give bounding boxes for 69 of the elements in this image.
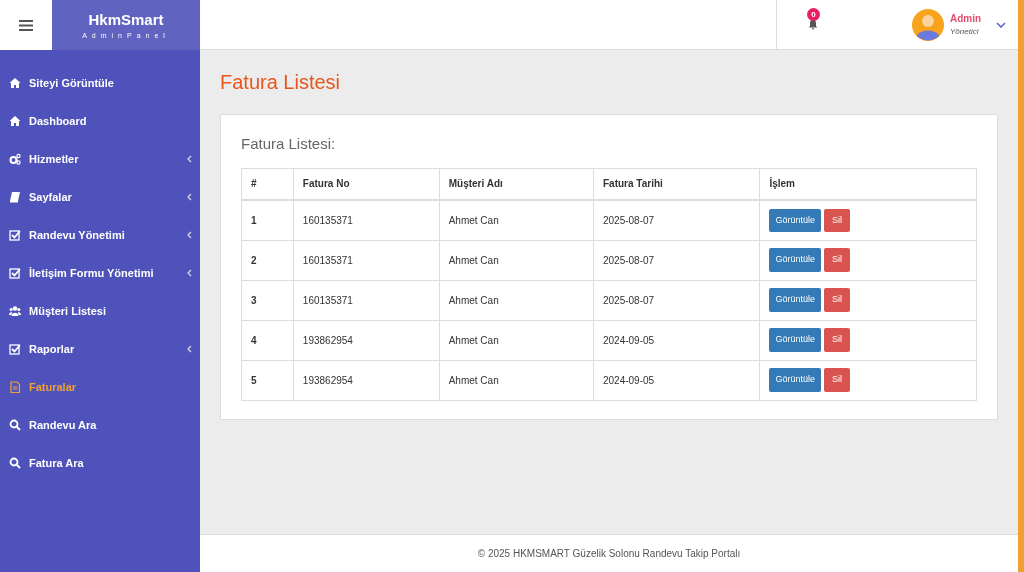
user-name: Admin <box>950 12 983 26</box>
sidebar-item[interactable]: Faturalar <box>0 368 200 406</box>
column-header: İşlem <box>759 168 977 200</box>
sidebar-item[interactable]: Dashboard <box>0 102 200 140</box>
table-cell: 160135371 <box>293 200 440 240</box>
table-cell: 2024-09-05 <box>593 360 760 400</box>
delete-button[interactable]: Sil <box>823 248 850 272</box>
sidebar-item[interactable]: Sayfalar <box>0 178 200 216</box>
table-cell: 2024-09-05 <box>593 320 760 360</box>
table-cell: 2025-08-07 <box>593 240 760 280</box>
sidebar-item[interactable]: Siteyi Görüntüle <box>0 64 200 102</box>
brand-title: HkmSmart <box>88 9 164 30</box>
document-icon <box>9 381 21 393</box>
checkbox-icon <box>9 267 21 279</box>
table-cell: 2025-08-07 <box>593 280 760 320</box>
column-header: Müşteri Adı <box>439 168 594 200</box>
menu-icon[interactable] <box>19 19 33 31</box>
table-cell: Ahmet Can <box>439 320 594 360</box>
table-cell: 1 <box>241 200 294 240</box>
view-button[interactable]: Görüntüle <box>769 368 821 392</box>
user-role: Yönetici <box>950 26 980 38</box>
scrollbar[interactable] <box>1018 0 1024 572</box>
footer-text: © 2025 HKMSMART Güzelik Solonu Randevu Takip Portalı <box>477 547 741 561</box>
column-header: Fatura No <box>293 168 440 200</box>
table-cell: Ahmet Can <box>439 360 594 400</box>
table-cell: 193862954 <box>293 360 440 400</box>
table-cell: 3 <box>241 280 294 320</box>
chevron-down-icon[interactable] <box>996 21 1006 28</box>
home-icon <box>9 115 21 127</box>
table-cell: Ahmet Can <box>439 240 594 280</box>
bell-icon[interactable] <box>807 19 818 30</box>
gears-icon <box>9 153 21 165</box>
table-cell: Ahmet Can <box>439 200 594 240</box>
delete-button[interactable]: Sil <box>823 208 850 232</box>
view-button[interactable]: Görüntüle <box>769 288 821 312</box>
checkbox-icon <box>9 343 21 355</box>
page-title: Fatura Listesi <box>220 70 342 94</box>
table-cell: 2 <box>241 240 294 280</box>
search-icon <box>9 419 21 431</box>
sidebar-item[interactable]: İletişim Formu Yönetimi <box>0 254 200 292</box>
table-cell: 5 <box>241 360 294 400</box>
notification-badge: 0 <box>807 8 820 21</box>
table-cell: Ahmet Can <box>439 280 594 320</box>
delete-button[interactable]: Sil <box>823 328 850 352</box>
card-title: Fatura Listesi: <box>241 134 337 154</box>
view-button[interactable]: Görüntüle <box>769 328 821 352</box>
table-cell: 160135371 <box>293 280 440 320</box>
delete-button[interactable]: Sil <box>823 288 850 312</box>
avatar-icon[interactable] <box>912 8 944 41</box>
table-cell: 2025-08-07 <box>593 200 760 240</box>
view-button[interactable]: Görüntüle <box>769 248 821 272</box>
users-icon <box>9 305 21 317</box>
column-header: Fatura Tarihi <box>593 168 760 200</box>
sidebar-item[interactable]: Fatura Ara <box>0 444 200 482</box>
sidebar-item[interactable]: Randevu Ara <box>0 406 200 444</box>
table-cell: 193862954 <box>293 320 440 360</box>
view-button[interactable]: Görüntüle <box>769 208 821 232</box>
sidebar-item[interactable]: Randevu Yönetimi <box>0 216 200 254</box>
column-header: # <box>241 168 294 200</box>
sidebar-item[interactable]: Raporlar <box>0 330 200 368</box>
book-icon <box>9 191 21 203</box>
checkbox-icon <box>9 229 21 241</box>
sidebar-item[interactable]: Müşteri Listesi <box>0 292 200 330</box>
table-cell: 160135371 <box>293 240 440 280</box>
search-icon <box>9 457 21 469</box>
table-cell: 4 <box>241 320 294 360</box>
delete-button[interactable]: Sil <box>823 368 850 392</box>
sidebar-item[interactable]: Hizmetler <box>0 140 200 178</box>
home-icon <box>9 77 21 89</box>
